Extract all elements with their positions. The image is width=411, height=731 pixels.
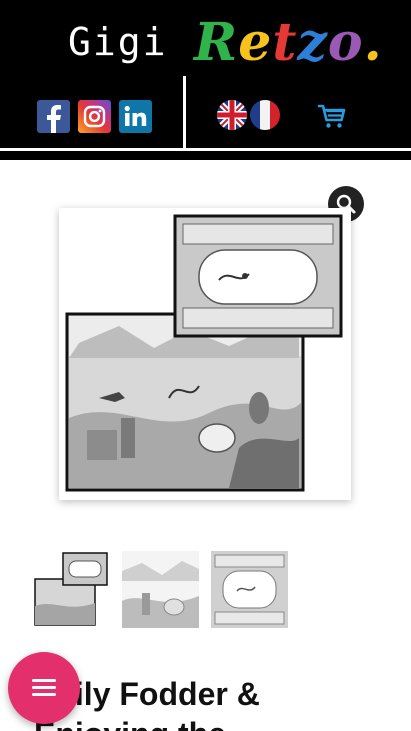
menu-button[interactable] [8, 652, 80, 724]
uk-flag-icon [217, 100, 247, 130]
product-title: Daily Fodder & Enjoying the [34, 676, 260, 731]
thumbnail-image [211, 551, 288, 628]
brand-letter: t [272, 12, 298, 73]
site-logo[interactable]: Gigi Retzo. [0, 12, 411, 86]
cart-button[interactable] [317, 101, 347, 131]
brand-letter: . [363, 12, 383, 73]
brand-letter: R [194, 12, 239, 73]
thumbnail-image [122, 551, 199, 628]
facebook-icon [47, 105, 61, 133]
header-horizontal-divider [0, 148, 411, 151]
brand-first-name: Gigi [68, 20, 168, 64]
product-thumbnail[interactable] [33, 551, 110, 628]
france-flag-icon [250, 100, 280, 130]
site-header: Gigi Retzo. [0, 0, 411, 160]
brand-letter: e [238, 12, 273, 73]
linkedin-link[interactable] [119, 100, 152, 133]
artwork-illustration [59, 208, 351, 500]
facebook-link[interactable] [37, 100, 70, 133]
instagram-icon [83, 105, 106, 128]
language-french[interactable] [250, 100, 280, 130]
product-thumbnail[interactable] [122, 551, 199, 628]
cart-icon [317, 104, 346, 128]
thumbnail-image [33, 551, 110, 628]
header-vertical-divider [183, 76, 186, 148]
product-thumbnail[interactable] [211, 551, 288, 628]
instagram-link[interactable] [78, 100, 111, 133]
language-english[interactable] [217, 100, 247, 130]
brand-letter: o [327, 12, 364, 73]
linkedin-icon [124, 105, 147, 126]
product-main-image[interactable] [59, 208, 351, 500]
brand-letter: z [297, 12, 328, 73]
brand-last-name: Retzo. [194, 12, 383, 73]
